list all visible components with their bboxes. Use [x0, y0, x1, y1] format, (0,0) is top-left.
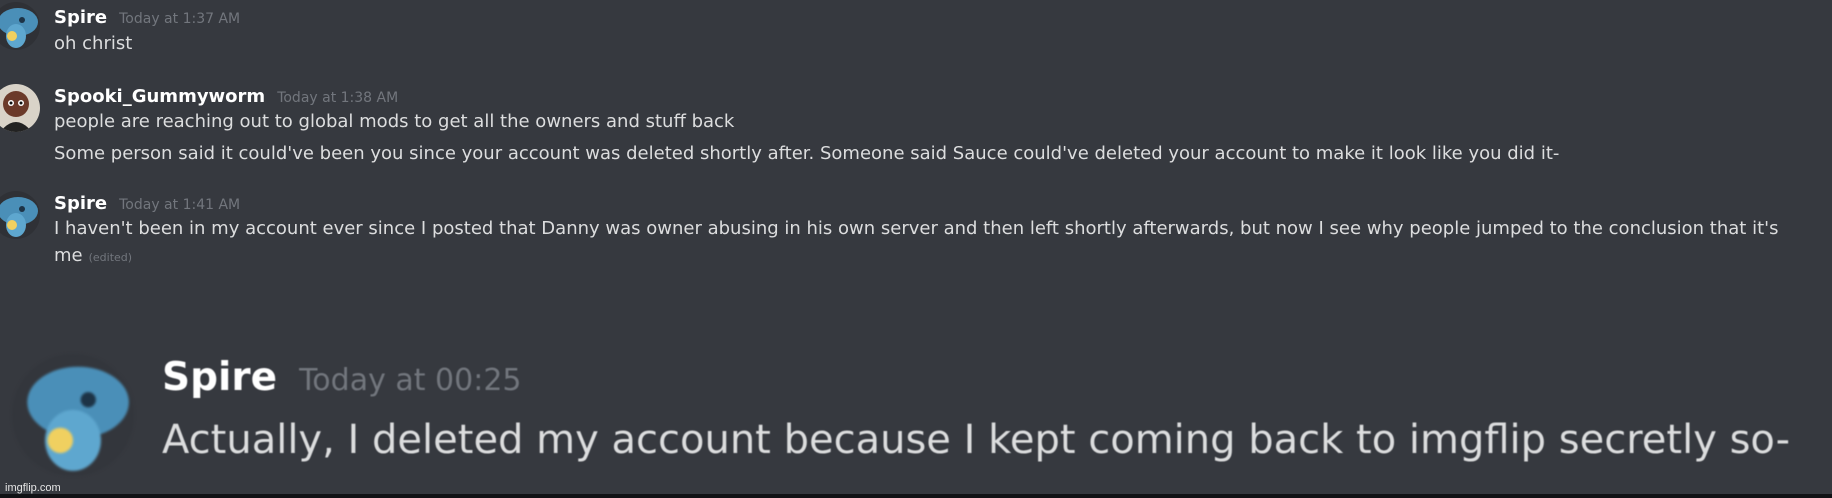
message-text: me — [54, 245, 83, 266]
message-header: Spooki_Gummyworm Today at 1:38 AM — [54, 86, 398, 107]
avatar[interactable] — [0, 84, 40, 132]
imgflip-watermark: imgflip.com — [5, 482, 61, 494]
message-text-continued: me (edited) — [54, 245, 132, 266]
message-text: I haven't been in my account ever since … — [54, 218, 1779, 239]
message-text: Some person said it could've been you si… — [54, 143, 1560, 164]
chat-panel: Spire Today at 1:37 AM oh christ Spooki_G… — [0, 0, 1832, 498]
avatar[interactable] — [0, 191, 40, 239]
zoomed-message-text: Actually, I deleted my account because I… — [162, 417, 1791, 463]
timestamp[interactable]: Today at 1:41 AM — [119, 197, 240, 213]
edited-label: (edited) — [88, 251, 133, 264]
message-text: oh christ — [54, 33, 133, 54]
zoomed-timestamp: Today at 00:25 — [299, 363, 522, 398]
username[interactable]: Spire — [54, 193, 107, 214]
username[interactable]: Spooki_Gummyworm — [54, 86, 265, 107]
message-header: Spire Today at 1:37 AM — [54, 7, 240, 28]
message-header: Spire Today at 1:41 AM — [54, 193, 240, 214]
zoomed-message-header: Spire Today at 00:25 — [162, 355, 522, 400]
message-text: people are reaching out to global mods t… — [54, 111, 735, 132]
timestamp[interactable]: Today at 1:38 AM — [277, 90, 398, 106]
avatar[interactable] — [0, 2, 40, 50]
timestamp[interactable]: Today at 1:37 AM — [119, 11, 240, 27]
zoomed-username: Spire — [162, 355, 278, 400]
bottom-border — [0, 494, 1832, 498]
username[interactable]: Spire — [54, 7, 107, 28]
zoomed-avatar — [12, 354, 134, 476]
